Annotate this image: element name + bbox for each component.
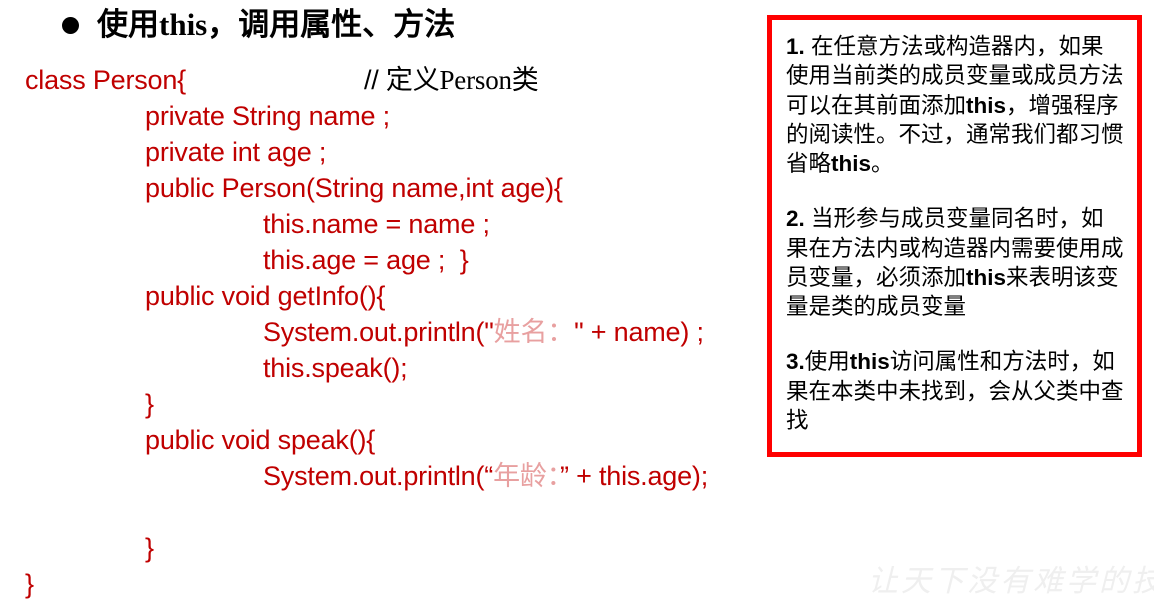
code-listing: class Person{ // 定义Person类 private String … — [25, 62, 825, 602]
code-string-literal-cn: 年龄： — [493, 461, 560, 491]
code-line: this.speak(); — [25, 350, 825, 386]
code-comment: // 定义Person类 — [363, 65, 539, 95]
page-title: 使用this，调用属性、方法 — [97, 7, 456, 42]
code-line: class Person{ // 定义Person类 — [25, 62, 825, 98]
code-line: private int age ; — [25, 134, 825, 170]
code-line: System.out.println(“年龄：” + this.age); — [25, 458, 825, 494]
code-line: private String name ; — [25, 98, 825, 134]
code-line: public void speak(){ — [25, 422, 825, 458]
code-line: System.out.println("姓名：" + name) ; — [25, 314, 825, 350]
code-text: this.age = age ; } — [263, 245, 469, 275]
code-text: } — [145, 533, 154, 563]
code-line: } — [25, 530, 825, 566]
filled-circle-bullet-icon — [62, 16, 79, 34]
note-paragraph: 1. 在任意方法或构造器内，如果使用当前类的成员变量或成员方法可以在其前面添加t… — [786, 32, 1125, 178]
note-keyword: this — [831, 151, 872, 176]
code-line: } — [25, 566, 825, 602]
code-line: } — [25, 386, 825, 422]
slide-canvas: 使用this，调用属性、方法 class Person{ // 定义Person类… — [0, 0, 1154, 603]
code-text: ” + this.age); — [559, 461, 709, 491]
note-keyword: this — [966, 92, 1007, 118]
code-line: this.name = name ; — [25, 206, 825, 242]
note-paragraph: 2. 当形参与成员变量同名时，如果在方法内或构造器内需要使用成员变量，必须添加t… — [786, 204, 1125, 321]
code-text: this.speak(); — [263, 353, 408, 383]
code-line: this.age = age ; } — [25, 242, 825, 278]
code-text: private String name ; — [145, 101, 390, 131]
code-text: } — [145, 389, 154, 419]
code-text: public void getInfo(){ — [145, 281, 386, 311]
code-text: System.out.println(" — [263, 317, 494, 347]
watermark: 让天下没有难学的技术 — [868, 565, 1154, 598]
code-text: System.out.println(“ — [263, 461, 494, 491]
code-line: public void getInfo(){ — [25, 278, 825, 314]
code-text: " + name) ; — [574, 317, 704, 347]
code-line — [25, 494, 825, 530]
note-number: 3. — [786, 349, 805, 375]
code-string-literal-cn: 姓名： — [493, 317, 575, 347]
code-line: public Person(String name,int age){ — [25, 170, 825, 206]
code-text: public Person(String name,int age){ — [145, 173, 563, 203]
note-number: 2. — [786, 206, 812, 232]
note-text: 。 — [871, 151, 894, 176]
code-text: private int age ; — [145, 137, 327, 167]
code-text: } — [25, 569, 34, 599]
code-text: public void speak(){ — [145, 425, 376, 455]
note-box: 1. 在任意方法或构造器内，如果使用当前类的成员变量或成员方法可以在其前面添加t… — [767, 15, 1142, 457]
note-text: 使用 — [804, 349, 850, 375]
slide-title: 使用this，调用属性、方法 — [62, 7, 456, 42]
note-paragraph: 3.使用this访问属性和方法时，如果在本类中未找到，会从父类中查找 — [786, 347, 1125, 435]
code-text: class Person{ — [25, 65, 186, 95]
note-keyword: this — [849, 349, 890, 375]
code-text: this.name = name ; — [263, 209, 490, 239]
note-number: 1. — [786, 34, 812, 59]
note-keyword: this — [966, 264, 1007, 290]
